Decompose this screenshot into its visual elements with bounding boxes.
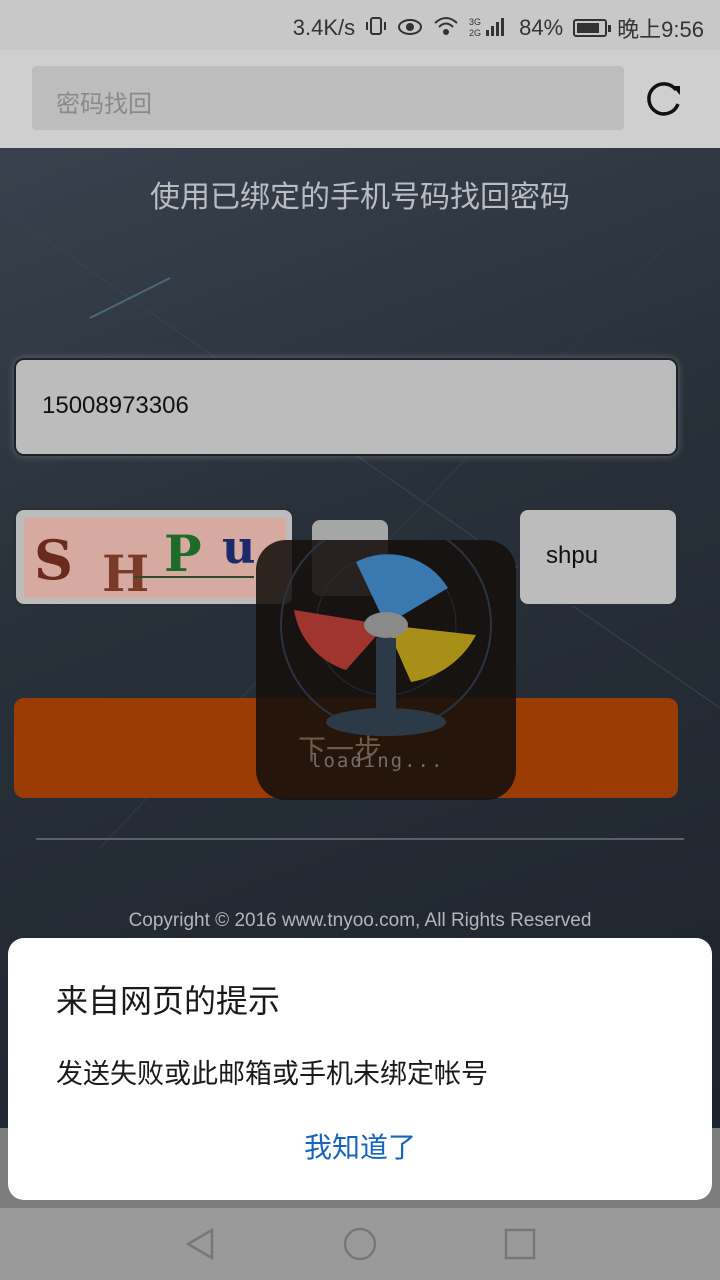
divider	[36, 838, 684, 840]
wifi-icon	[433, 15, 459, 42]
refresh-icon[interactable]	[640, 76, 686, 122]
battery-percent: 84%	[519, 15, 564, 40]
subtitle: 使用已绑定的手机号码找回密码	[150, 180, 570, 215]
captcha-char: P	[164, 524, 202, 583]
app-bar: 密码找回	[0, 50, 720, 148]
back-icon[interactable]	[182, 1226, 218, 1262]
dialog-title: 来自网页的提示	[56, 982, 281, 1020]
page-title-box: 密码找回	[32, 66, 624, 130]
signal-icon: 3G 2G	[469, 15, 509, 42]
captcha-char: S	[34, 528, 73, 592]
svg-text:3G: 3G	[469, 17, 481, 27]
status-bar: 3.4K/s 3G 2G 84% 晚上9:56	[0, 0, 720, 50]
captcha-image[interactable]: S H P u	[14, 508, 294, 606]
captcha-picture: S H P u	[24, 518, 286, 598]
phone-value: 15008973306	[42, 392, 189, 419]
dialog-confirm-button[interactable]: 我知道了	[8, 1126, 712, 1166]
page-title: 密码找回	[56, 90, 152, 118]
eye-icon	[397, 15, 423, 42]
clock: 晚上9:56	[617, 17, 704, 42]
copyright-text: Copyright © 2016 www.tnyoo.com, All Righ…	[128, 910, 592, 931]
loading-text: loading...	[310, 750, 445, 772]
network-speed: 3.4K/s	[292, 15, 356, 40]
captcha-char: H	[102, 544, 150, 598]
recents-icon[interactable]	[502, 1226, 538, 1262]
navigation-bar	[0, 1208, 720, 1280]
captcha-code-input[interactable]: shpu	[518, 508, 678, 606]
phone-input[interactable]: 15008973306	[14, 358, 678, 456]
alert-dialog: 来自网页的提示 发送失败或此邮箱或手机未绑定帐号 我知道了	[8, 938, 712, 1200]
loading-overlay: 下一步 loading...	[256, 519, 516, 800]
svg-text:2G: 2G	[469, 28, 481, 37]
captcha-char: u	[222, 520, 256, 574]
vibrate-icon	[365, 15, 387, 42]
dialog-message: 发送失败或此邮箱或手机未绑定帐号	[56, 1059, 488, 1090]
captcha-code-value: shpu	[546, 542, 599, 569]
home-icon[interactable]	[342, 1226, 378, 1262]
battery-icon	[573, 19, 612, 37]
